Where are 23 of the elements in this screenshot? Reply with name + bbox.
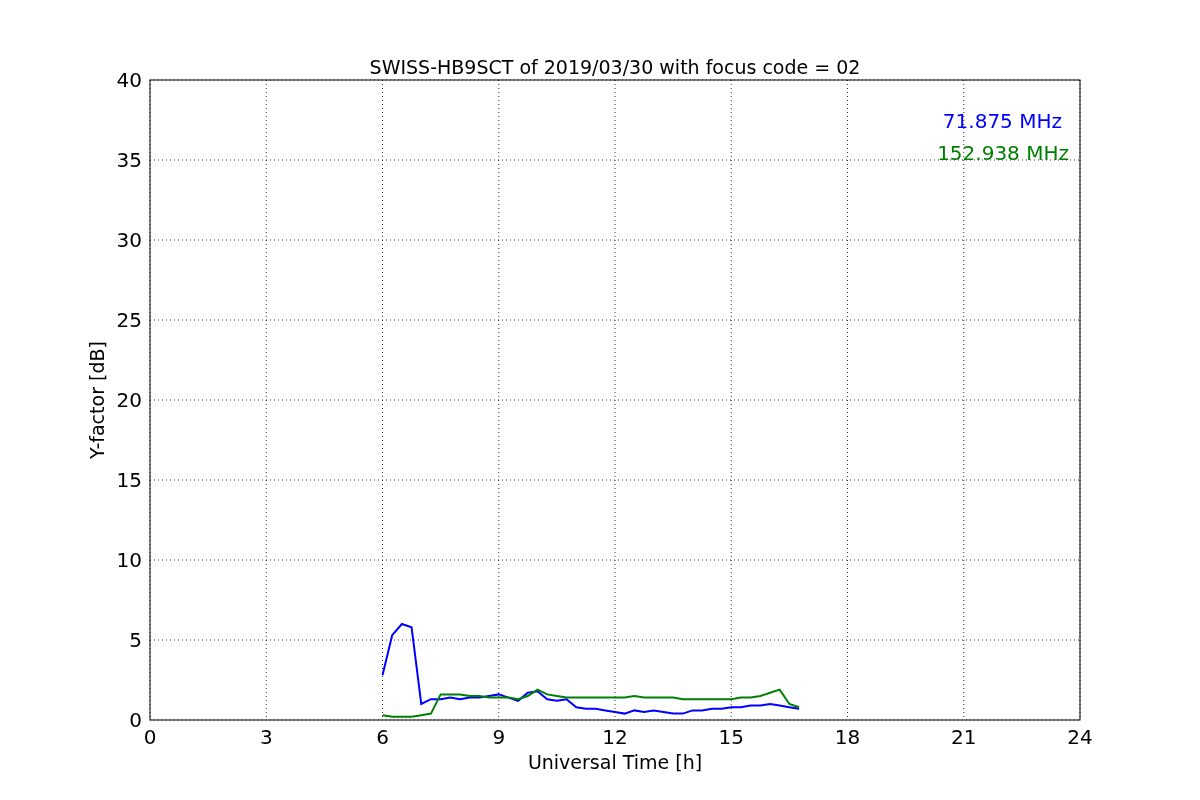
y-tick-label: 20 [116, 388, 142, 412]
y-tick-label: 35 [116, 148, 142, 172]
x-tick-label: 9 [492, 725, 506, 749]
x-tick-label: 12 [602, 725, 628, 749]
x-tick-label: 24 [1067, 725, 1093, 749]
x-tick-label: 3 [259, 725, 273, 749]
x-tick-label: 18 [834, 725, 861, 749]
y-tick-label: 15 [116, 468, 142, 492]
x-tick-label: 21 [951, 725, 977, 749]
y-tick-label: 5 [129, 628, 142, 652]
y-axis-label: Y-factor [dB] [86, 341, 108, 459]
x-tick-label: 15 [718, 725, 744, 749]
y-tick-label: 25 [116, 308, 142, 332]
legend-label: 152.938 MHz [937, 141, 1069, 165]
x-axis-label: Universal Time [h] [527, 751, 703, 773]
chart-title: SWISS-HB9SCT of 2019/03/30 with focus code = 02 [369, 56, 861, 78]
x-tick-label: 0 [143, 725, 157, 749]
y-tick-label: 30 [116, 228, 142, 252]
y-tick-label: 40 [116, 68, 142, 92]
x-tick-label: 6 [376, 725, 389, 749]
y-tick-label: 0 [129, 708, 142, 732]
y-tick-label: 10 [116, 548, 142, 572]
legend-label: 71.875 MHz [942, 109, 1062, 133]
